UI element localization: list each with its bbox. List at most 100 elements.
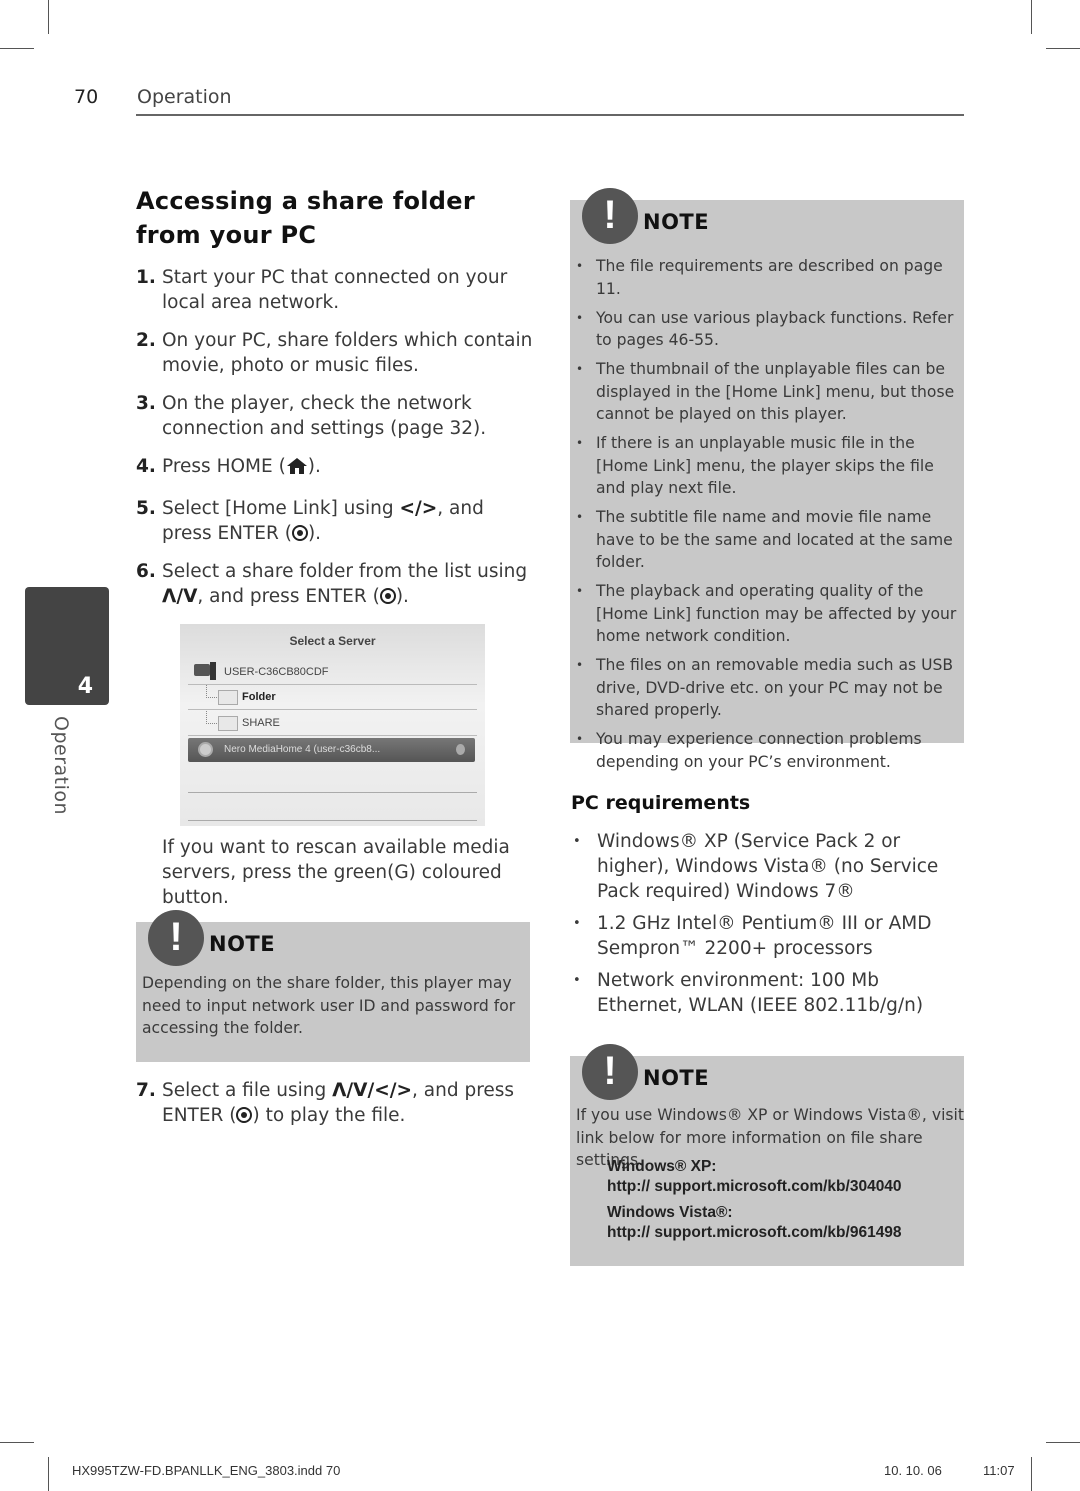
- note-item: The playback and operating quality of th…: [570, 580, 962, 648]
- selected-server-name: Nero MediaHome 4 (user-c36cb8...: [224, 744, 381, 755]
- step-text: ).: [307, 523, 322, 544]
- chapter-tab: 4: [25, 587, 109, 705]
- computer-icon: [194, 664, 210, 676]
- crop-mark: [48, 1457, 49, 1491]
- server-name: USER-C36CB80CDF: [224, 666, 329, 678]
- step-text: Select a share folder from the list usin…: [162, 561, 528, 582]
- step-text: ).: [395, 586, 409, 607]
- screen-title: Select a Server: [289, 634, 376, 648]
- note-list: The file requirements are described on p…: [570, 255, 962, 780]
- step-item: 7. Select a file using Λ/V/</>, and pres…: [136, 1078, 536, 1128]
- crop-mark: [1046, 1442, 1080, 1443]
- note-item: The subtitle file name and movie file na…: [570, 506, 962, 574]
- folder-row: SHARE: [188, 711, 477, 736]
- step-text: On the player, check the network connect…: [162, 393, 487, 439]
- crop-mark: [48, 0, 49, 34]
- step-number: 7.: [136, 1080, 156, 1101]
- pc-requirements-heading: PC requirements: [571, 792, 751, 814]
- pc-requirements-list: Windows® XP (Service Pack 2 or higher), …: [571, 829, 966, 1025]
- enter-icon: [291, 525, 308, 541]
- step-number: 1.: [136, 267, 156, 288]
- section-title: Operation: [137, 86, 232, 108]
- folder-icon: [218, 716, 238, 731]
- link-block-vista: Windows Vista®: http:// support.microsof…: [607, 1203, 902, 1243]
- note-title: NOTE: [209, 932, 276, 956]
- step-number: 4.: [136, 456, 156, 477]
- support-link[interactable]: http:// support.microsoft.com/kb/961498: [607, 1223, 902, 1243]
- step-text: Select [Home Link] using: [162, 498, 400, 519]
- media-server-icon: [198, 742, 213, 757]
- folder-row: Folder: [188, 685, 477, 710]
- steps-list: 7. Select a file using Λ/V/</>, and pres…: [136, 1078, 536, 1128]
- requirement-item: Network environment: 100 Mb Ethernet, WL…: [571, 968, 966, 1018]
- step-item: 1. Start your PC that connected on your …: [136, 265, 536, 315]
- header-rule: [136, 114, 964, 116]
- step-text: , and press ENTER (: [197, 586, 380, 607]
- folder-name: Folder: [242, 691, 276, 703]
- step-number: 5.: [136, 498, 156, 519]
- empty-row-line: [188, 820, 477, 821]
- tree-line: [206, 685, 217, 698]
- chapter-label: Operation: [50, 716, 72, 816]
- up-down-arrows-icon: Λ/V: [162, 586, 198, 607]
- note-box: ! NOTE The file requirements are describ…: [570, 188, 964, 771]
- step-number: 2.: [136, 330, 156, 351]
- home-icon: [286, 457, 308, 482]
- exclamation-icon: !: [148, 910, 204, 966]
- crop-mark: [0, 48, 34, 49]
- note-item: You may experience connection problems d…: [570, 728, 962, 773]
- link-block-xp: Windows® XP: http:// support.microsoft.c…: [607, 1157, 902, 1197]
- direction-arrows-icon: Λ/V/</>: [332, 1080, 412, 1101]
- server-row: USER-C36CB80CDF: [188, 660, 477, 685]
- step-item: 6. Select a share folder from the list u…: [136, 559, 536, 609]
- link-label: Windows Vista®:: [607, 1204, 733, 1221]
- steps-list: 1. Start your PC that connected on your …: [136, 265, 536, 609]
- note-item: You can use various playback functions. …: [570, 307, 962, 352]
- step-text: ).: [307, 456, 321, 477]
- crop-mark: [0, 1442, 34, 1443]
- step-text: On your PC, share folders which contain …: [162, 330, 533, 376]
- left-right-arrows-icon: </>: [399, 498, 438, 519]
- note-item: The thumbnail of the unplayable files ca…: [570, 358, 962, 426]
- note-item: The file requirements are described on p…: [570, 255, 962, 300]
- step-item: 3. On the player, check the network conn…: [136, 391, 536, 441]
- step-text: Start your PC that connected on your loc…: [162, 267, 508, 313]
- footer-date: 10. 10. 06: [884, 1463, 942, 1478]
- note-box: ! NOTE Depending on the share folder, th…: [136, 910, 530, 1062]
- selected-server-row: Nero MediaHome 4 (user-c36cb8...: [188, 738, 475, 762]
- empty-row-line: [188, 792, 477, 793]
- step-text: ) to play the file.: [252, 1105, 406, 1126]
- note-item: The files on an removable media such as …: [570, 654, 962, 722]
- step-number: 3.: [136, 393, 156, 414]
- page-title: Accessing a share folder from your PC: [136, 187, 475, 249]
- computer-tower-icon: [210, 662, 216, 680]
- step-number: 6.: [136, 561, 156, 582]
- note-title: NOTE: [643, 1066, 710, 1090]
- note-item: If there is an unplayable music file in …: [570, 432, 962, 500]
- enter-icon: [236, 1107, 253, 1123]
- crop-mark: [1046, 48, 1080, 49]
- crop-mark: [1031, 1457, 1032, 1491]
- exclamation-icon: !: [582, 188, 638, 244]
- note-box: ! NOTE If you use Windows® XP or Windows…: [570, 1044, 964, 1266]
- page-number: 70: [74, 86, 99, 108]
- folder-icon: [218, 690, 238, 705]
- link-label: Windows® XP:: [607, 1158, 717, 1175]
- rescan-text: If you want to rescan available media se…: [162, 837, 510, 908]
- note-title: NOTE: [643, 210, 710, 234]
- footer-time: 11:07: [983, 1463, 1015, 1478]
- chapter-number: 4: [77, 674, 93, 699]
- server-list-screenshot: Select a Server USER-C36CB80CDF Folder S…: [180, 624, 485, 826]
- support-link[interactable]: http:// support.microsoft.com/kb/304040: [607, 1177, 902, 1197]
- scroll-indicator-icon: [456, 744, 465, 755]
- enter-icon: [379, 588, 396, 604]
- step-text: Press HOME (: [162, 456, 286, 477]
- exclamation-icon: !: [582, 1044, 638, 1100]
- step-text: Select a file using: [162, 1080, 333, 1101]
- folder-name: SHARE: [242, 717, 280, 729]
- requirement-item: Windows® XP (Service Pack 2 or higher), …: [571, 829, 966, 904]
- tree-line: [206, 711, 217, 724]
- footer-filename: HX995TZW-FD.BPANLLK_ENG_3803.indd 70: [72, 1463, 341, 1478]
- note-text: Depending on the share folder, this play…: [142, 974, 516, 1037]
- step-item: 2. On your PC, share folders which conta…: [136, 328, 536, 378]
